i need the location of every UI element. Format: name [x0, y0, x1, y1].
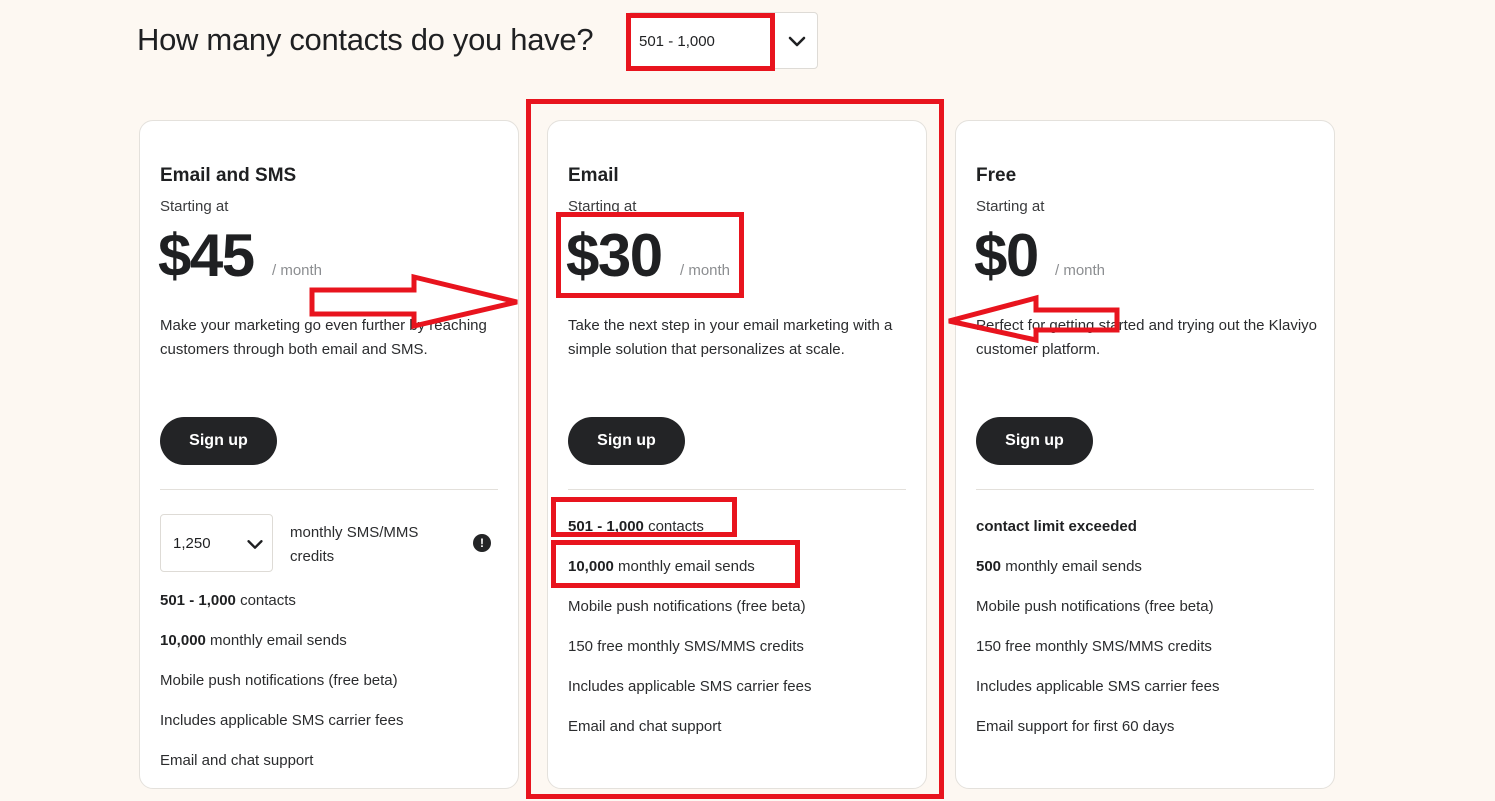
feature-bold: 10,000 — [160, 632, 206, 649]
info-icon[interactable]: ! — [473, 534, 491, 552]
sign-up-button[interactable]: Sign up — [976, 417, 1093, 465]
price-period: / month — [1055, 262, 1106, 279]
feature-item: Mobile push notifications (free beta) — [160, 672, 398, 689]
feature-bold: 501 - 1,000 — [160, 592, 236, 609]
feature-item: Email support for first 60 days — [976, 718, 1174, 735]
feature-item: Includes applicable SMS carrier fees — [160, 712, 403, 729]
sms-credits-select[interactable]: 1,250 — [160, 514, 273, 572]
plan-price: $0 — [974, 222, 1039, 289]
feature-text: contacts — [235, 592, 296, 609]
feature-item: 500 monthly email sends — [976, 558, 1142, 575]
feature-item: Includes applicable SMS carrier fees — [976, 678, 1219, 695]
feature-text: Email and chat support — [160, 752, 314, 769]
plan-description: Make your marketing go even further by r… — [160, 317, 487, 358]
plan-card-free: Free Starting at $0 / month Perfect for … — [955, 120, 1335, 789]
feature-text: Email support for first 60 days — [976, 718, 1175, 735]
feature-text: Mobile push notifications (free beta) — [160, 672, 398, 689]
feature-item: 150 free monthly SMS/MMS credits — [976, 638, 1212, 655]
plan-price: $45 — [158, 222, 255, 289]
starting-at-label: Starting at — [976, 198, 1045, 215]
sms-credits-label: monthly SMS/MMS credits — [290, 524, 419, 565]
sign-up-button[interactable]: Sign up — [160, 417, 277, 465]
feature-item: 501 - 1,000 contacts — [160, 592, 296, 609]
starting-at-label: Starting at — [160, 198, 229, 215]
feature-item: contact limit exceeded — [976, 518, 1137, 535]
feature-text: 150 free monthly SMS/MMS credits — [976, 638, 1212, 655]
plan-description: Perfect for getting started and trying o… — [976, 317, 1318, 358]
feature-text: monthly email sends — [1001, 558, 1142, 575]
highlight-email-plan — [526, 99, 944, 799]
sms-credits-value: 1,250 — [173, 535, 211, 552]
feature-text: Mobile push notifications (free beta) — [976, 598, 1214, 615]
feature-text: Includes applicable SMS carrier fees — [160, 712, 404, 729]
highlight-email-sends — [551, 540, 800, 588]
feature-bold: 500 — [976, 558, 1002, 575]
plan-card-email-sms: Email and SMS Starting at $45 / month Ma… — [139, 120, 519, 789]
page-title: How many contacts do you have? — [137, 22, 594, 57]
feature-item: 10,000 monthly email sends — [160, 632, 347, 649]
divider — [976, 489, 1314, 490]
feature-text: Includes applicable SMS carrier fees — [976, 678, 1220, 695]
plan-name: Free — [976, 165, 1017, 186]
price-period: / month — [272, 262, 323, 279]
highlight-email-contacts — [551, 497, 737, 537]
plan-name: Email and SMS — [160, 165, 297, 186]
divider — [160, 489, 498, 490]
feature-item: Mobile push notifications (free beta) — [976, 598, 1214, 615]
feature-text: monthly email sends — [205, 632, 347, 649]
highlight-email-price — [556, 212, 744, 298]
feature-item: Email and chat support — [160, 752, 313, 769]
chevron-down-icon — [247, 540, 263, 549]
highlight-contacts-select — [626, 13, 775, 71]
feature-bold: contact limit exceeded — [976, 518, 1137, 535]
chevron-down-icon — [788, 36, 806, 47]
